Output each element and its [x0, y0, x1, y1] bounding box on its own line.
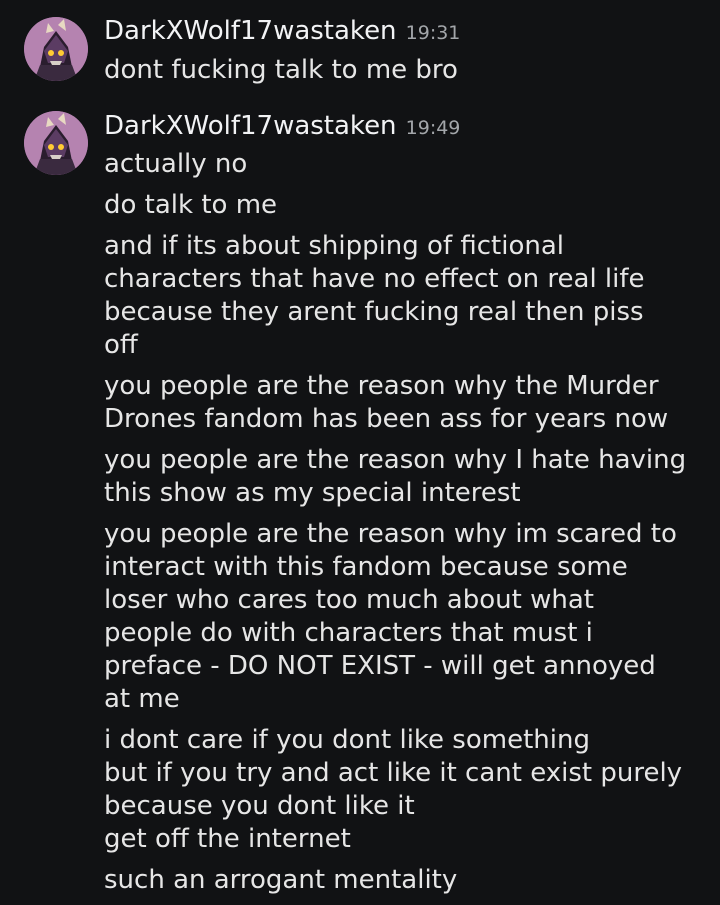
message[interactable]: such an arrogant mentality: [104, 864, 704, 897]
message-line: you people are the reason why the Murder: [104, 371, 659, 401]
message-line: dont fucking talk to me bro: [104, 55, 458, 85]
timestamp: 19:49: [405, 117, 461, 139]
message[interactable]: and if its about shipping of fictional c…: [104, 230, 704, 362]
message-line: preface - DO NOT EXIST - will get annoye…: [104, 651, 656, 681]
message-line: off: [104, 330, 138, 360]
message-line: loser who cares too much about what: [104, 585, 594, 615]
message-line: and if its about shipping of fictional: [104, 231, 565, 261]
message-body: actually no do talk to me and if its abo…: [104, 148, 704, 905]
user-avatar[interactable]: [24, 111, 88, 175]
message-line: such an arrogant mentality: [104, 865, 458, 895]
message-line: people do with characters that must i: [104, 618, 593, 648]
message-line: do talk to me: [104, 190, 278, 220]
username[interactable]: DarkXWolf17wastaken: [104, 111, 397, 141]
message-line: you people are the reason why I hate hav…: [104, 445, 687, 475]
message[interactable]: actually no: [104, 148, 704, 181]
message-line: but if you try and act like it cant exis…: [104, 758, 683, 788]
message[interactable]: you people are the reason why im scared …: [104, 518, 704, 716]
message[interactable]: do talk to me: [104, 189, 704, 222]
avatar-image: [24, 17, 88, 81]
message-header: DarkXWolf17wastaken 19:49: [104, 111, 460, 141]
message-header: DarkXWolf17wastaken 19:31: [104, 16, 460, 46]
username[interactable]: DarkXWolf17wastaken: [104, 16, 397, 46]
message-line: you people are the reason why im scared …: [104, 519, 677, 549]
message-line: interact with this fandom because some: [104, 552, 628, 582]
message-line: Drones fandom has been ass for years now: [104, 404, 669, 434]
message-line: get off the internet: [104, 824, 351, 854]
message-body: dont fucking talk to me bro: [104, 54, 704, 95]
message[interactable]: i dont care if you dont like something b…: [104, 724, 704, 856]
message[interactable]: dont fucking talk to me bro: [104, 54, 704, 87]
avatar-image: [24, 111, 88, 175]
message-line: because you dont like it: [104, 791, 415, 821]
message-line: actually no: [104, 149, 248, 179]
message-line: because they arent fucking real then pis…: [104, 297, 644, 327]
message-line: i dont care if you dont like something: [104, 725, 590, 755]
message-line: at me: [104, 684, 180, 714]
message[interactable]: you people are the reason why I hate hav…: [104, 444, 704, 510]
message[interactable]: you people are the reason why the Murder…: [104, 370, 704, 436]
message-line: characters that have no effect on real l…: [104, 264, 645, 294]
message-line: this show as my special interest: [104, 478, 521, 508]
user-avatar[interactable]: [24, 17, 88, 81]
timestamp: 19:31: [405, 22, 461, 44]
